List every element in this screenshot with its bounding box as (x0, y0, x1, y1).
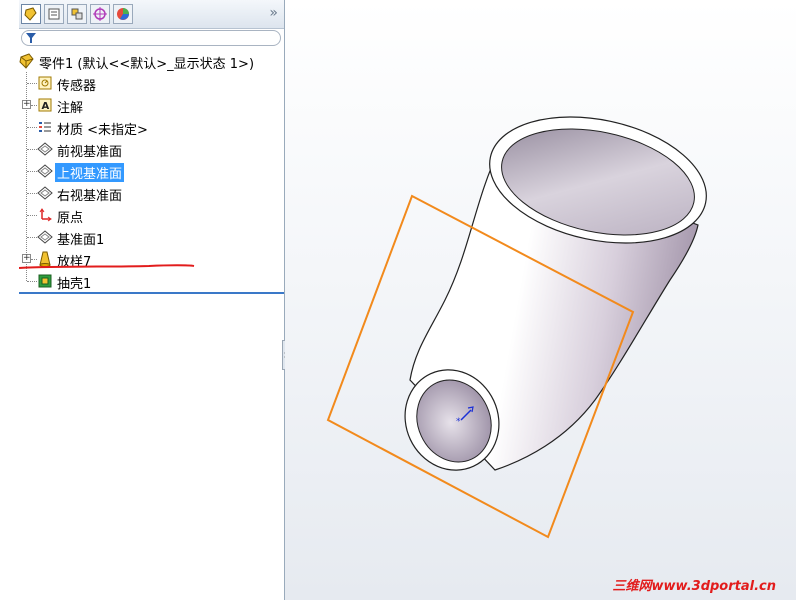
tree-root-part[interactable]: 零件1 (默认<<默认>_显示状态 1>) (19, 50, 284, 72)
tree-item-label: 原点 (57, 211, 84, 226)
tree-item-material[interactable]: 材质 <未指定> (19, 116, 284, 138)
svg-text:A: A (42, 101, 50, 112)
tree-item-label: 右视基准面 (57, 189, 123, 204)
part-icon (19, 53, 35, 69)
tree-item-plane1[interactable]: 基准面1 (19, 226, 284, 248)
plane-icon (37, 141, 53, 157)
rollback-bar[interactable] (19, 292, 284, 294)
left-gutter (0, 0, 19, 600)
display-manager-tab[interactable] (113, 4, 133, 24)
material-icon (37, 119, 53, 135)
plane-icon (37, 229, 53, 245)
tree-item-label: 抽壳1 (57, 277, 92, 292)
dimxpert-tab[interactable] (90, 4, 110, 24)
tree-item-loft7[interactable]: + 放样7 (19, 248, 284, 270)
tree-item-right-plane[interactable]: 右视基准面 (19, 182, 284, 204)
display-manager-icon (117, 8, 129, 20)
tree-item-label: 注解 (57, 101, 84, 116)
origin-icon (37, 207, 53, 223)
filter-icon (26, 32, 36, 44)
part-label: 零件1 (默认<<默认>_显示状态 1>) (39, 57, 255, 72)
featuremanager-tab[interactable] (21, 4, 41, 24)
tree-item-label: 放样7 (57, 255, 92, 270)
graphics-viewport[interactable]: * (285, 0, 796, 600)
shell-icon (37, 273, 53, 289)
configurationmanager-icon (71, 8, 83, 20)
loft-icon (37, 251, 53, 267)
dimxpert-icon (93, 7, 107, 21)
plane-icon (37, 185, 53, 201)
propertymanager-tab[interactable] (44, 4, 64, 24)
configurationmanager-tab[interactable] (67, 4, 87, 24)
tree-item-shell1[interactable]: 抽壳1 (19, 270, 284, 292)
tree-item-origin[interactable]: 原点 (19, 204, 284, 226)
tree-item-sensors[interactable]: 传感器 (19, 72, 284, 94)
tree-item-label: 上视基准面 (55, 163, 125, 182)
tree-item-annotations[interactable]: + A 注解 (19, 94, 284, 116)
propertymanager-icon (48, 8, 60, 20)
expand-toggle[interactable]: + (22, 100, 31, 109)
tree-item-front-plane[interactable]: 前视基准面 (19, 138, 284, 160)
featuremanager-icon (24, 7, 37, 21)
plane-icon (37, 163, 53, 179)
tree-item-label: 基准面1 (57, 233, 105, 248)
expand-toggle[interactable]: + (22, 254, 31, 263)
tree-item-top-plane[interactable]: 上视基准面 (19, 160, 284, 182)
tree-item-label: 前视基准面 (57, 145, 123, 160)
watermark-text: 三维网www.3dportal.cn (612, 579, 776, 594)
feature-manager-panel: » 零件1 (默认<<默认>_显示状态 1>) 传感器 + A 注解 材质 <未… (19, 0, 285, 600)
more-tabs-button[interactable]: » (269, 5, 278, 21)
sensor-icon (37, 75, 53, 91)
svg-text:*: * (456, 417, 461, 427)
elbow-model: * (326, 116, 707, 539)
annotation-icon: A (37, 97, 53, 113)
tree-item-label: 传感器 (57, 79, 97, 94)
tree-item-label: 材质 <未指定> (57, 123, 148, 138)
manager-tab-bar: » (19, 0, 284, 29)
filter-input[interactable] (21, 30, 281, 46)
